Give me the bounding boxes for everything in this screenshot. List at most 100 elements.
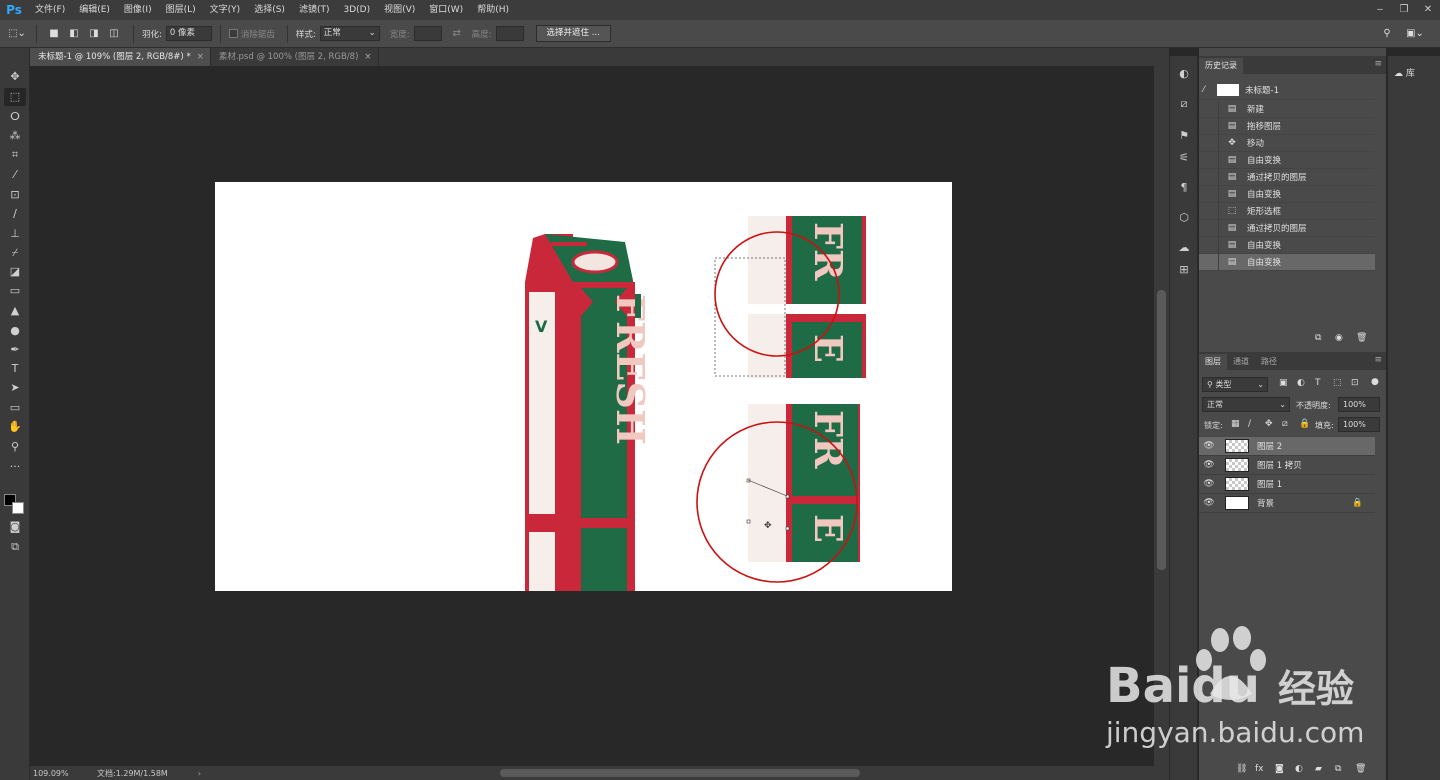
panel-menu-icon[interactable]: ≡: [1374, 355, 1382, 365]
eye-icon[interactable]: 👁: [1199, 460, 1219, 470]
tab-history[interactable]: 历史记录: [1199, 58, 1243, 74]
adjustments-panel-icon[interactable]: ⚟: [1174, 148, 1194, 168]
adjustment-layer-icon[interactable]: ◐: [1295, 764, 1303, 774]
lock-pixels-icon[interactable]: ∕: [1248, 419, 1251, 429]
menu-help[interactable]: 帮助(H): [470, 0, 516, 20]
menu-filter[interactable]: 滤镜(T): [292, 0, 337, 20]
library-button[interactable]: ☁ 库: [1394, 66, 1415, 79]
filter-adjustment-icon[interactable]: ◐: [1297, 378, 1305, 388]
add-selection-icon[interactable]: ◧: [65, 25, 83, 43]
menu-type[interactable]: 文字(Y): [203, 0, 248, 20]
zoom-tool-icon[interactable]: ⚲: [4, 438, 26, 456]
status-menu-icon[interactable]: ›: [198, 769, 201, 778]
menu-3d[interactable]: 3D(D): [336, 0, 377, 20]
tab-channels[interactable]: 通道: [1227, 354, 1255, 370]
panel-menu-icon[interactable]: ≡: [1374, 59, 1382, 69]
menu-file[interactable]: 文件(F): [28, 0, 72, 20]
minimize-button[interactable]: ‒: [1368, 0, 1392, 20]
new-document-from-state-icon[interactable]: ⧉: [1315, 333, 1321, 343]
menu-view[interactable]: 视图(V): [377, 0, 422, 20]
marquee-tool-icon[interactable]: ⬚: [4, 88, 26, 106]
tab-paths[interactable]: 路径: [1255, 354, 1283, 370]
horizontal-scroll-thumb[interactable]: [500, 769, 860, 777]
intersect-selection-icon[interactable]: ◫: [105, 25, 123, 43]
select-and-mask-button[interactable]: 选择并遮住 ...: [535, 25, 611, 42]
new-layer-icon[interactable]: ⧉: [1335, 764, 1341, 774]
document-canvas[interactable]: FRESH V FR E FR E ✥: [215, 182, 952, 591]
screen-mode-icon[interactable]: ⧉: [4, 538, 26, 556]
history-item[interactable]: ▤ 新建: [1199, 100, 1375, 118]
path-selection-tool-icon[interactable]: ➤: [4, 379, 26, 397]
filter-toggle-icon[interactable]: ●: [1371, 377, 1379, 387]
menu-window[interactable]: 窗口(W): [422, 0, 470, 20]
workspace-icon[interactable]: ▣⌄: [1406, 25, 1424, 43]
new-selection-icon[interactable]: ■: [45, 25, 63, 43]
history-item[interactable]: ▤ 通过拷贝的图层: [1199, 168, 1375, 186]
dodge-tool-icon[interactable]: ●: [4, 322, 26, 340]
trash-icon[interactable]: 🗑: [1356, 333, 1367, 343]
eraser-tool-icon[interactable]: ◪: [4, 263, 26, 281]
eye-icon[interactable]: 👁: [1199, 498, 1219, 508]
feather-input[interactable]: 0 像素: [165, 26, 212, 41]
eyedropper-tool-icon[interactable]: ⁄: [4, 166, 26, 184]
paragraph-panel-icon[interactable]: ¶: [1174, 178, 1194, 198]
move-tool-icon[interactable]: ✥: [4, 68, 26, 86]
crop-tool-icon[interactable]: ⌗: [4, 146, 26, 164]
pen-tool-icon[interactable]: ✒: [4, 341, 26, 359]
brush-panel-icon[interactable]: ⚑: [1174, 126, 1194, 146]
hand-tool-icon[interactable]: ✋: [4, 418, 26, 436]
lock-artboard-icon[interactable]: ⧄: [1282, 419, 1288, 429]
layer-row[interactable]: 👁 背景 🔒: [1199, 494, 1375, 513]
blur-tool-icon[interactable]: ▲: [4, 302, 26, 320]
type-tool-icon[interactable]: T: [4, 360, 26, 378]
menu-select[interactable]: 选择(S): [247, 0, 292, 20]
layer-row[interactable]: 👁 图层 1: [1199, 475, 1375, 494]
restore-button[interactable]: ❐: [1392, 0, 1416, 20]
lasso-tool-icon[interactable]: ⵔ: [4, 108, 26, 126]
magic-wand-tool-icon[interactable]: ⁂: [4, 127, 26, 145]
healing-tool-icon[interactable]: ⊡: [4, 186, 26, 204]
height-input[interactable]: [495, 26, 524, 41]
history-item[interactable]: ▤ 通过拷贝的图层: [1199, 219, 1375, 237]
group-folder-icon[interactable]: ▰: [1315, 764, 1322, 774]
antialias-checkbox[interactable]: [228, 29, 238, 38]
history-item-selected[interactable]: ▤ 自由变换: [1199, 253, 1375, 271]
quick-mask-icon[interactable]: ◙: [4, 518, 26, 536]
eye-icon[interactable]: 👁: [1199, 441, 1219, 451]
more-tools-icon[interactable]: ···: [4, 458, 26, 476]
close-button[interactable]: ✕: [1416, 0, 1440, 20]
3d-panel-icon[interactable]: ⬡: [1174, 208, 1194, 228]
history-brush-source-icon[interactable]: ⁄: [1203, 85, 1217, 95]
shape-tool-icon[interactable]: ▭: [4, 399, 26, 417]
history-item[interactable]: ▤ 自由变换: [1199, 236, 1375, 254]
lock-transparent-icon[interactable]: ▦: [1231, 419, 1240, 429]
fill-input[interactable]: 100%: [1338, 417, 1380, 432]
marquee-preset-icon[interactable]: ⬚⌄: [8, 25, 26, 43]
tab-layers[interactable]: 图层: [1199, 354, 1227, 370]
close-icon[interactable]: ×: [364, 52, 371, 62]
history-item[interactable]: ▤ 拖移图层: [1199, 117, 1375, 135]
layer-row[interactable]: 👁 图层 2: [1199, 437, 1375, 456]
fx-icon[interactable]: fx: [1255, 764, 1264, 774]
tab-untitled-1[interactable]: 未标题-1 @ 109% (图层 2, RGB/8#) * ×: [30, 48, 211, 66]
brush-tool-icon[interactable]: ∕: [4, 205, 26, 223]
close-icon[interactable]: ×: [197, 52, 204, 62]
menu-layer[interactable]: 图层(L): [159, 0, 203, 20]
history-brush-tool-icon[interactable]: ⌿: [4, 244, 26, 262]
swap-icon[interactable]: ⇄: [448, 25, 466, 43]
trash-icon[interactable]: 🗑: [1355, 764, 1366, 774]
history-item[interactable]: ▤ 自由变换: [1199, 185, 1375, 203]
history-snapshot[interactable]: ⁄ 未标题-1: [1199, 80, 1375, 100]
filter-smart-object-icon[interactable]: ⊡: [1351, 378, 1359, 388]
camera-icon[interactable]: ◉: [1335, 333, 1343, 343]
filter-pixel-icon[interactable]: ▣: [1279, 378, 1288, 388]
layer-mask-icon[interactable]: ◙: [1275, 764, 1284, 774]
history-item[interactable]: ⬚ 矩形选框: [1199, 202, 1375, 220]
grid-panel-icon[interactable]: ⊞: [1174, 260, 1194, 280]
color-panel-icon[interactable]: ◐: [1174, 64, 1194, 84]
lock-position-icon[interactable]: ✥: [1265, 419, 1273, 429]
width-input[interactable]: [413, 26, 442, 41]
search-icon[interactable]: ⚲: [1378, 25, 1396, 43]
style-select[interactable]: 正常 ⌄: [319, 26, 380, 41]
lock-all-icon[interactable]: 🔒: [1299, 419, 1310, 429]
